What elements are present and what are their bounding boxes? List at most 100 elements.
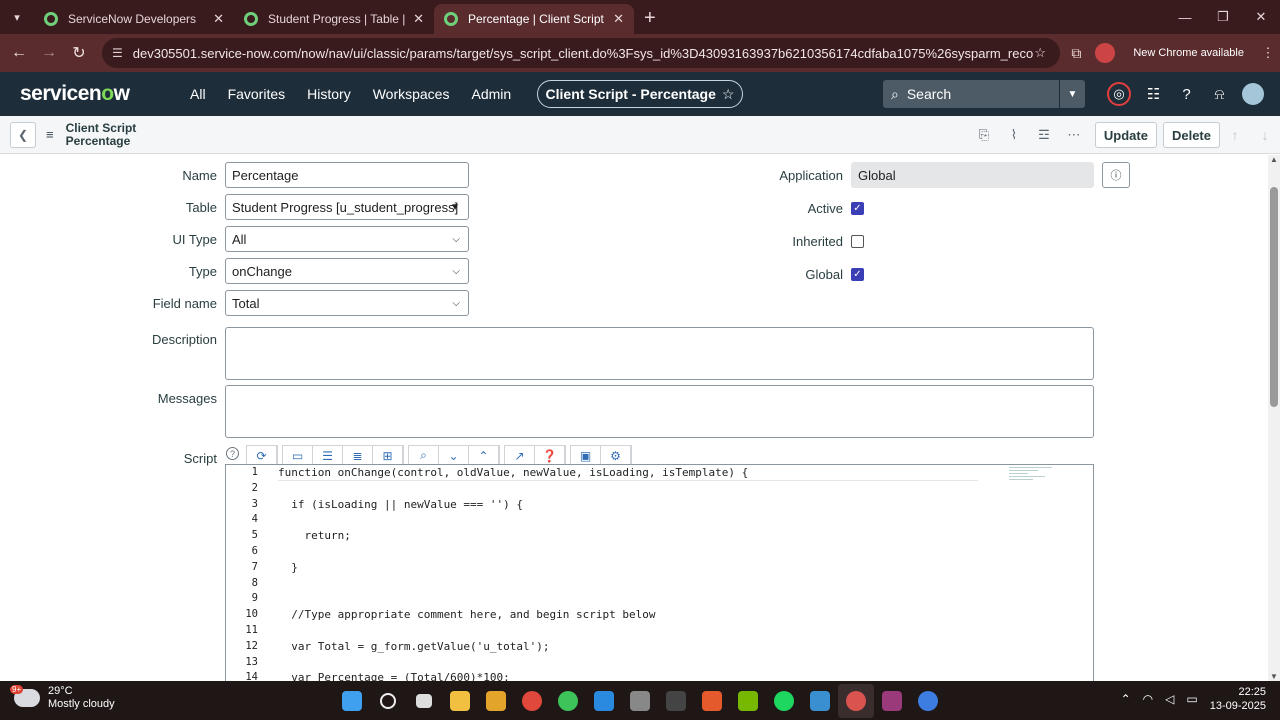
scroll-down-icon[interactable]: ▼ <box>1270 672 1278 681</box>
script-help-icon[interactable]: ? <box>226 447 239 460</box>
chrome-update-button[interactable]: New Chrome available <box>1125 43 1252 63</box>
messages-textarea[interactable] <box>225 385 1094 438</box>
battery-icon[interactable]: ▭ <box>1186 692 1197 706</box>
chat-icon[interactable]: ☷ <box>1137 80 1170 108</box>
save-icon[interactable]: ▣ <box>571 445 601 466</box>
inherited-checkbox[interactable] <box>851 235 864 248</box>
nav-workspaces[interactable]: Workspaces <box>373 86 450 102</box>
notepad-icon[interactable] <box>802 684 838 718</box>
browser-tab-2[interactable]: Student Progress | Table | Servic ✕ <box>234 4 434 34</box>
scrollbar-thumb[interactable] <box>1270 187 1278 407</box>
attachment-icon[interactable]: ⎘ <box>969 127 999 143</box>
browser-tab-1[interactable]: ServiceNow Developers ✕ <box>34 4 234 34</box>
format-code-icon[interactable]: ☰ <box>313 445 343 466</box>
new-tab-icon[interactable]: + <box>634 7 666 34</box>
app-icon[interactable] <box>622 684 658 718</box>
close-tab-icon[interactable]: ✕ <box>213 11 224 27</box>
search-icon[interactable]: ⌕ <box>409 445 439 466</box>
spotify-icon[interactable] <box>766 684 802 718</box>
game-icon[interactable] <box>658 684 694 718</box>
file-explorer-icon[interactable] <box>442 684 478 718</box>
form-menu-icon[interactable]: ≡ <box>46 127 54 142</box>
info-icon[interactable]: ⓘ <box>1102 162 1130 188</box>
debug-icon[interactable]: ⚙ <box>601 445 631 466</box>
reload-icon[interactable]: ↻ <box>64 43 94 63</box>
user-avatar[interactable] <box>1242 83 1264 105</box>
context-pill[interactable]: Client Script - Percentage ☆ <box>537 80 743 108</box>
site-info-icon[interactable]: ☰ <box>112 46 123 60</box>
store-icon[interactable] <box>478 684 514 718</box>
find-next-icon[interactable]: ⌄ <box>439 445 469 466</box>
bell-icon[interactable]: ⍾ <box>1203 80 1236 108</box>
nav-favorites[interactable]: Favorites <box>228 86 286 102</box>
volume-icon[interactable]: ◁ <box>1165 692 1174 706</box>
favorite-star-icon[interactable]: ☆ <box>722 86 735 103</box>
nav-all[interactable]: All <box>190 86 206 102</box>
script-editor[interactable]: 1 2 3 4 5 6 7 8 9 10 11 12 13 14 function onChange(co… <box>225 464 1094 681</box>
search-scope-dropdown[interactable]: ▼ <box>1059 80 1085 108</box>
ui-type-select[interactable]: All ⌵ <box>225 226 469 252</box>
name-field[interactable]: Percentage <box>225 162 469 188</box>
start-icon[interactable] <box>334 684 370 718</box>
weather-widget[interactable]: 9+ 29°C Mostly cloudy <box>10 685 115 711</box>
previous-record-icon[interactable]: ↑ <box>1220 127 1250 143</box>
globe-icon[interactable]: ◎ <box>1107 82 1131 106</box>
chrome-profile-icon[interactable] <box>910 684 946 718</box>
extensions-icon[interactable]: ⧉ <box>1071 45 1081 62</box>
close-tab-icon[interactable]: ✕ <box>413 11 424 27</box>
minimize-icon[interactable]: — <box>1166 0 1204 34</box>
browser-tab-3[interactable]: Percentage | Client Script | Serv ✕ <box>434 4 634 34</box>
close-window-icon[interactable]: ✕ <box>1242 0 1280 34</box>
comment-icon[interactable]: ▭ <box>283 445 313 466</box>
more-options-icon[interactable]: ⋯ <box>1059 127 1089 143</box>
servicenow-logo[interactable]: servicenow <box>20 82 170 106</box>
next-record-icon[interactable]: ↓ <box>1250 127 1280 143</box>
tab-search-icon[interactable]: ▾ <box>0 0 34 34</box>
replace-all-icon[interactable]: ⊞ <box>373 445 403 466</box>
browser-menu-icon[interactable]: ⋮ <box>1256 45 1280 61</box>
chrome-active-icon[interactable] <box>838 684 874 718</box>
nav-history[interactable]: History <box>307 86 351 102</box>
app-icon[interactable] <box>694 684 730 718</box>
field-name-select[interactable]: Total ⌵ <box>225 290 469 316</box>
help-icon[interactable]: ❓ <box>535 445 565 466</box>
search-icon[interactable] <box>370 684 406 718</box>
back-arrow-icon[interactable]: ← <box>4 44 34 62</box>
nav-admin[interactable]: Admin <box>471 86 511 102</box>
delete-button[interactable]: Delete <box>1162 122 1220 148</box>
personalize-icon[interactable]: ☲ <box>1029 127 1059 143</box>
winrar-icon[interactable] <box>874 684 910 718</box>
whatsapp-icon[interactable] <box>550 684 586 718</box>
browser-tab-strip: ▾ ServiceNow Developers ✕ Student Progre… <box>0 0 1280 34</box>
replace-icon[interactable]: ≣ <box>343 445 373 466</box>
fullscreen-icon[interactable]: ↗ <box>505 445 535 466</box>
help-icon[interactable]: ? <box>1170 80 1203 108</box>
profile-avatar[interactable] <box>1095 43 1116 63</box>
wifi-icon[interactable]: ◠ <box>1143 692 1153 706</box>
find-previous-icon[interactable]: ⌃ <box>469 445 499 466</box>
chrome-icon[interactable] <box>514 684 550 718</box>
vscode-icon[interactable] <box>586 684 622 718</box>
type-select[interactable]: onChange ⌵ <box>225 258 469 284</box>
active-checkbox[interactable]: ✓ <box>851 202 864 215</box>
scroll-up-icon[interactable]: ▲ <box>1270 155 1278 164</box>
page-scrollbar[interactable]: ▲ ▼ <box>1268 155 1280 681</box>
task-view-icon[interactable] <box>406 684 442 718</box>
url-field[interactable]: ☰ dev305501.service-now.com/now/nav/ui/c… <box>102 38 1060 68</box>
close-tab-icon[interactable]: ✕ <box>613 11 624 27</box>
code-minimap[interactable] <box>1009 465 1057 489</box>
description-textarea[interactable] <box>225 327 1094 380</box>
maximize-icon[interactable]: ❐ <box>1204 0 1242 34</box>
tray-overflow-icon[interactable]: ⌃ <box>1121 692 1131 706</box>
table-select[interactable]: Student Progress [u_student_progress] ▼ <box>225 194 469 220</box>
update-button[interactable]: Update <box>1094 122 1157 148</box>
global-search-input[interactable]: ⌕ Search <box>883 80 1059 108</box>
forward-arrow-icon[interactable]: → <box>34 44 64 62</box>
back-button[interactable]: ❮ <box>10 121 36 148</box>
bookmark-star-icon[interactable]: ☆ <box>1034 45 1046 61</box>
clock[interactable]: 22:25 13-09-2025 <box>1210 685 1266 713</box>
global-checkbox[interactable]: ✓ <box>851 268 864 281</box>
activity-icon[interactable]: ⌇ <box>999 127 1029 143</box>
nvidia-icon[interactable] <box>730 684 766 718</box>
toggle-syntax-icon[interactable]: ⟳ <box>247 445 277 466</box>
